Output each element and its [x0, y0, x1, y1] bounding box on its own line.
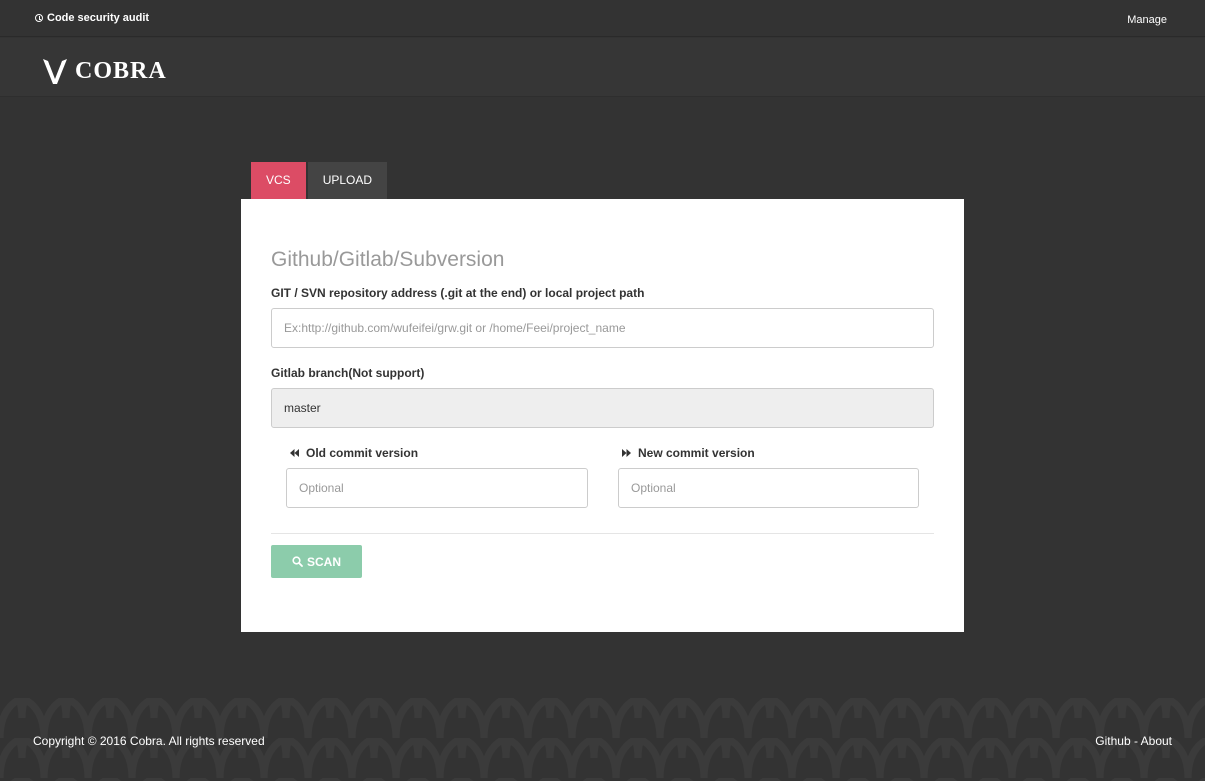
- about-link[interactable]: About: [1141, 734, 1172, 748]
- vcs-form-panel: Github/Gitlab/Subversion GIT / SVN repos…: [241, 199, 964, 632]
- form-divider: [271, 533, 934, 534]
- branch-label: Gitlab branch(Not support): [271, 366, 425, 380]
- old-commit-input[interactable]: [286, 468, 588, 508]
- new-commit-label: New commit version: [638, 446, 755, 460]
- app-title[interactable]: Code security audit: [35, 12, 149, 24]
- rewind-icon: [290, 449, 299, 457]
- clock-icon: [35, 14, 43, 22]
- scan-button[interactable]: SCAN: [271, 545, 362, 578]
- top-nav-bar: Code security audit Manage: [0, 0, 1205, 37]
- fast-forward-icon: [622, 449, 631, 457]
- app-title-label: Code security audit: [47, 12, 150, 24]
- repo-address-label: GIT / SVN repository address (.git at th…: [271, 286, 645, 300]
- new-commit-label-row: New commit version: [622, 446, 755, 460]
- branch-input[interactable]: [271, 388, 934, 428]
- github-link[interactable]: Github: [1095, 734, 1130, 748]
- repo-address-input[interactable]: [271, 308, 934, 348]
- old-commit-label: Old commit version: [306, 446, 419, 460]
- tab-vcs[interactable]: VCS: [251, 162, 306, 199]
- scan-button-label: SCAN: [306, 554, 341, 569]
- form-heading: Github/Gitlab/Subversion: [271, 248, 505, 271]
- footer-links: Github - About: [1095, 734, 1172, 748]
- footer: Copyright © 2016 Cobra. All rights reser…: [0, 698, 1205, 781]
- old-commit-label-row: Old commit version: [290, 446, 418, 460]
- copyright-text: Copyright © 2016 Cobra. All rights reser…: [33, 734, 265, 748]
- footer-link-separator: -: [1130, 734, 1141, 748]
- manage-link[interactable]: Manage: [1127, 14, 1167, 26]
- tab-upload[interactable]: UPLOAD: [307, 162, 388, 199]
- brand-name: COBRA: [75, 58, 167, 84]
- source-tabs: VCS UPLOAD: [251, 162, 388, 199]
- search-icon: [292, 556, 303, 567]
- cobra-logo[interactable]: COBRA: [42, 56, 167, 86]
- new-commit-input[interactable]: [618, 468, 919, 508]
- brand-bar: COBRA: [0, 38, 1205, 97]
- cobra-logo-icon: [43, 59, 67, 84]
